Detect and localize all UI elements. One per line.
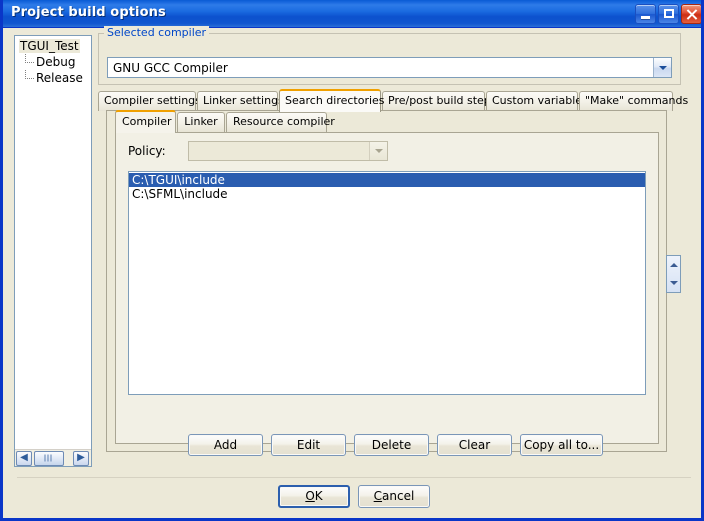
cancel-button-label: ancel bbox=[382, 489, 415, 503]
tree-child-label: Debug bbox=[36, 55, 76, 69]
clear-button[interactable]: Clear bbox=[437, 434, 512, 456]
project-tree-panel[interactable]: TGUI_Test Debug Release ◀ ▶ bbox=[14, 35, 92, 467]
tab-compiler-settings[interactable]: Compiler settings bbox=[98, 91, 201, 111]
cancel-button-accel: C bbox=[373, 489, 383, 503]
scroll-left-glyph: ◀ bbox=[20, 452, 28, 463]
tab-search-directories[interactable]: Search directories bbox=[279, 89, 385, 112]
delete-button[interactable]: Delete bbox=[354, 434, 429, 456]
spin-down-icon[interactable] bbox=[667, 274, 680, 292]
window-controls bbox=[635, 4, 701, 24]
copy-all-to-button[interactable]: Copy all to... bbox=[520, 434, 603, 456]
list-item[interactable]: C:\SFML\include bbox=[129, 187, 645, 201]
chevron-down-icon[interactable] bbox=[653, 58, 671, 77]
tab-custom-variables[interactable]: Custom variables bbox=[486, 91, 588, 111]
search-directories-panel: Compiler Linker Resource compiler Policy… bbox=[106, 110, 667, 452]
compiler-combobox-value: GNU GCC Compiler bbox=[113, 60, 228, 75]
scroll-left-icon[interactable]: ◀ bbox=[16, 450, 32, 466]
selected-compiler-label: Selected compiler bbox=[104, 26, 210, 39]
tab-prepost-build-steps[interactable]: Pre/post build steps bbox=[382, 91, 497, 111]
tree-item-release[interactable]: Release bbox=[15, 70, 91, 86]
chevron-down-icon[interactable] bbox=[369, 142, 387, 160]
subtab-linker[interactable]: Linker bbox=[177, 112, 225, 132]
ok-button-label: K bbox=[314, 489, 323, 503]
search-directories-subtabs: Compiler Linker Resource compiler bbox=[107, 110, 666, 133]
tree-item-root[interactable]: TGUI_Test bbox=[15, 38, 91, 54]
scrollbar-thumb[interactable] bbox=[34, 450, 64, 466]
policy-combobox[interactable] bbox=[188, 141, 388, 161]
spin-up-icon[interactable] bbox=[667, 256, 680, 274]
scroll-right-icon[interactable]: ▶ bbox=[73, 450, 89, 466]
minimize-button[interactable] bbox=[635, 4, 656, 24]
compiler-combobox[interactable]: GNU GCC Compiler bbox=[107, 57, 672, 78]
tab-linker-settings[interactable]: Linker settings bbox=[197, 91, 284, 111]
scroll-right-glyph: ▶ bbox=[77, 452, 85, 463]
ok-button-accel: O bbox=[305, 489, 315, 503]
build-options-tabs: Compiler settings Linker settings Search… bbox=[98, 89, 688, 112]
subtab-resource-compiler[interactable]: Resource compiler bbox=[226, 112, 335, 132]
compiler-subpanel: Policy: C:\TGUI\include C:\SFML\include bbox=[115, 132, 659, 444]
search-directories-listbox[interactable]: C:\TGUI\include C:\SFML\include bbox=[128, 171, 646, 395]
tree-item-debug[interactable]: Debug bbox=[15, 54, 91, 70]
order-spin-control[interactable] bbox=[666, 255, 681, 293]
ok-button[interactable]: OK bbox=[278, 485, 350, 508]
close-button[interactable] bbox=[681, 4, 701, 24]
edit-button[interactable]: Edit bbox=[271, 434, 346, 456]
cancel-button[interactable]: Cancel bbox=[358, 485, 430, 508]
tab-make-commands[interactable]: "Make" commands bbox=[579, 91, 688, 111]
maximize-button[interactable] bbox=[658, 4, 679, 24]
add-button[interactable]: Add bbox=[188, 434, 263, 456]
subtab-compiler[interactable]: Compiler bbox=[115, 110, 176, 133]
footer-divider bbox=[17, 477, 691, 478]
tree-root-label: TGUI_Test bbox=[19, 39, 80, 53]
tree-child-label: Release bbox=[36, 71, 83, 85]
list-item[interactable]: C:\TGUI\include bbox=[129, 173, 645, 187]
window-title: Project build options bbox=[11, 5, 166, 20]
project-build-options-dialog: Project build options TGUI_Test Debug Re… bbox=[0, 0, 704, 521]
tree-horizontal-scrollbar[interactable]: ◀ ▶ bbox=[15, 449, 91, 466]
title-bar: Project build options bbox=[3, 0, 701, 28]
policy-label: Policy: bbox=[128, 144, 166, 158]
